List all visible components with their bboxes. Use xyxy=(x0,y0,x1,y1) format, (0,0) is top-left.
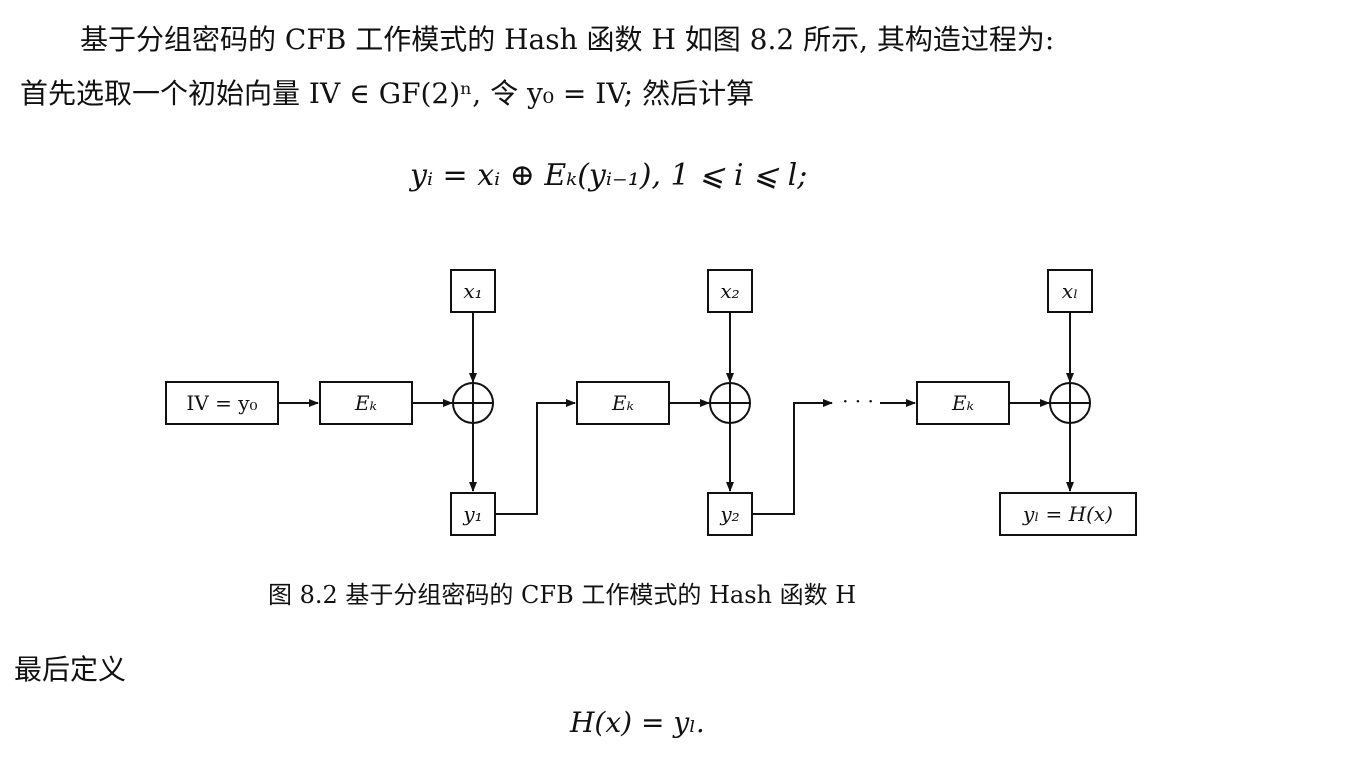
svg-text:x₂: x₂ xyxy=(720,279,739,303)
cfb-diagram: IV = y₀ Eₖ x₁ y₁ Eₖ x₂ y₂ · · · Eₖ xₗ yₗ… xyxy=(165,269,1137,536)
output-box-2: y₂ xyxy=(707,492,753,536)
input-box-1: x₁ xyxy=(450,269,496,313)
svg-text:Eₖ: Eₖ xyxy=(354,391,377,415)
output-box-1: y₁ xyxy=(450,492,496,536)
svg-text:Eₖ: Eₖ xyxy=(951,391,974,415)
equation-hash-def: H(x) = yₗ. xyxy=(570,706,705,739)
encrypt-box-l: Eₖ xyxy=(916,381,1010,425)
encrypt-box-1: Eₖ xyxy=(319,381,413,425)
svg-text:x₁: x₁ xyxy=(463,279,482,303)
input-box-l: xₗ xyxy=(1047,269,1093,313)
svg-text:y₁: y₁ xyxy=(462,502,482,526)
paragraph-define: 最后定义 xyxy=(14,653,127,686)
output-box-l: yₗ = H(x) xyxy=(999,492,1137,536)
svg-text:IV = y₀: IV = y₀ xyxy=(186,391,257,415)
figure-caption: 图 8.2 基于分组密码的 CFB 工作模式的 Hash 函数 H xyxy=(268,581,857,609)
iv-box: IV = y₀ xyxy=(165,381,279,425)
svg-text:xₗ: xₗ xyxy=(1062,279,1078,303)
encrypt-box-2: Eₖ xyxy=(576,381,670,425)
svg-text:Eₖ: Eₖ xyxy=(611,391,634,415)
input-box-2: x₂ xyxy=(707,269,753,313)
svg-text:y₂: y₂ xyxy=(719,502,739,526)
ellipsis: · · · xyxy=(842,389,874,413)
xor-symbol-1 xyxy=(452,382,494,424)
xor-symbol-l xyxy=(1049,382,1091,424)
svg-text:yₗ = H(x): yₗ = H(x) xyxy=(1022,502,1113,526)
xor-symbol-2 xyxy=(709,382,751,424)
